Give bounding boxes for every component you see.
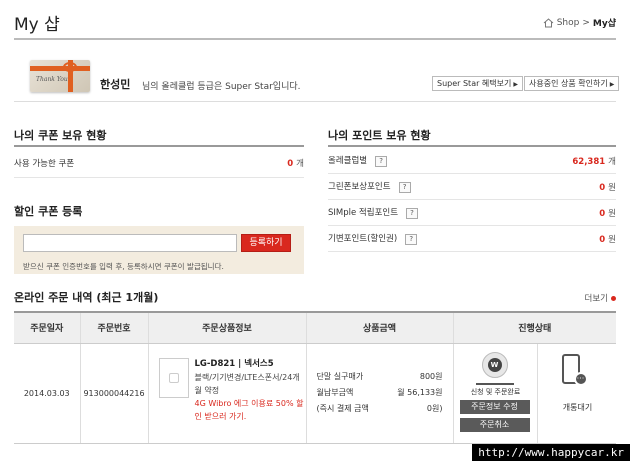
breadcrumb-home[interactable]: Shop	[557, 18, 580, 28]
point-unit: 개	[608, 156, 616, 167]
more-dots-icon: ···	[573, 371, 588, 386]
edit-order-button[interactable]: 주문정보 수정	[459, 399, 530, 414]
price-label: (즉시 결제 금액	[316, 404, 369, 413]
coupon-code-input[interactable]	[23, 234, 237, 252]
point-label: 그린폰보상포인트	[328, 182, 391, 192]
status-cell: W 신청 및 주문완료 주문정보 수정 주문취소	[452, 343, 537, 444]
price-label: 단말 실구매가	[316, 372, 364, 381]
header-order-number: 주문번호	[79, 311, 148, 344]
check-products-label: 사용중인 상품 확인하기	[529, 79, 608, 88]
page-title: My 샵	[14, 15, 60, 35]
coupon-status-title: 나의 쿠폰 보유 현황	[14, 129, 107, 142]
product-thumbnail[interactable]	[158, 357, 189, 398]
coupon-help-text: 받으신 쿠폰 인증번호를 입력 후, 등록하시면 쿠폰이 발급됩니다.	[23, 262, 224, 271]
point-row: 올레클럽별? 62,381 개	[328, 148, 616, 174]
card-text: Thank You	[36, 76, 68, 83]
help-icon[interactable]: ?	[375, 156, 388, 167]
activation-cell: ··· 개통대기	[536, 343, 616, 444]
more-dot-icon	[611, 295, 616, 301]
price-label: 월납부금액	[316, 388, 354, 397]
header-price: 상품금액	[305, 311, 453, 344]
available-coupons-unit: 개	[296, 158, 304, 169]
orders-table: 주문일자 주문번호 주문상품정보 상품금액 진행상태 2014.03.03 91…	[14, 311, 616, 444]
more-label: 더보기	[584, 294, 608, 304]
register-icon-base	[475, 377, 514, 385]
member-panel: Thank You 한성민 님의 올레클럽 등급은 Super Star입니다.…	[14, 52, 620, 102]
price-value: 0원)	[426, 404, 443, 413]
breadcrumb: Shop > My샵	[543, 16, 616, 29]
super-star-benefit-label: Super Star 혜택보기	[437, 79, 512, 88]
price-line: 단말 실구매가 800원	[317, 369, 443, 385]
help-icon[interactable]: ?	[406, 208, 419, 219]
waiting-text: 개통대기	[562, 402, 593, 412]
header-product-info: 주문상품정보	[147, 311, 306, 344]
check-products-button[interactable]: 사용중인 상품 확인하기 ▶	[524, 76, 620, 91]
watermark: http://www.happycar.kr	[472, 444, 630, 461]
point-label: 기변포인트(할인권)	[328, 234, 398, 244]
thank-you-card-image: Thank You	[30, 60, 90, 92]
won-coin-icon: W	[487, 357, 502, 372]
title-divider	[14, 38, 616, 40]
price-cell: 단말 실구매가 800원 월납부금액 월 56,133원 (즉시 결제 금액 0원)	[305, 343, 453, 444]
point-row: SIMple 적립포인트? 0원	[328, 200, 616, 226]
product-options: 블랙/기기변경/LTE스폰서/24개월 약정	[194, 372, 300, 395]
breadcrumb-current: My샵	[592, 19, 616, 29]
phone-waiting-icon: ···	[561, 353, 588, 386]
member-name: 한성민	[100, 78, 131, 91]
table-row: 2014.03.03 913000044216 LG-D821 | 넥서스5 블…	[14, 343, 616, 444]
status-text: 신청 및 주문완료	[470, 387, 521, 396]
coupon-section-rule	[14, 145, 304, 147]
point-status-title: 나의 포인트 보유 현황	[328, 129, 431, 142]
available-coupons-row: 사용 가능한 쿠폰 0개	[14, 148, 304, 178]
order-number[interactable]: 913000044216	[79, 343, 148, 444]
cancel-order-button[interactable]: 주문취소	[459, 417, 530, 432]
point-label: 올레클럽별	[328, 156, 368, 166]
available-coupons-value: 0	[287, 158, 294, 169]
point-unit: 원	[608, 234, 616, 245]
price-value: 800원	[419, 372, 443, 381]
point-unit: 원	[608, 208, 616, 219]
coupon-register-panel: 등록하기 받으신 쿠폰 인증번호를 입력 후, 등록하시면 쿠폰이 발급됩니다.	[14, 226, 304, 274]
point-section-rule	[328, 145, 616, 147]
point-value: 0	[599, 208, 606, 219]
point-value: 0	[599, 234, 606, 245]
help-icon[interactable]: ?	[398, 182, 411, 193]
point-unit: 원	[608, 182, 616, 193]
price-line: (즉시 결제 금액 0원)	[317, 401, 443, 417]
arrow-right-icon: ▶	[609, 81, 615, 88]
super-star-benefit-button[interactable]: Super Star 혜택보기 ▶	[432, 76, 523, 91]
available-coupons-label: 사용 가능한 쿠폰	[14, 158, 75, 169]
order-complete-icon: W	[481, 351, 508, 378]
point-row: 기변포인트(할인권)? 0원	[328, 226, 616, 252]
order-date: 2014.03.03	[14, 343, 80, 444]
promo-link[interactable]: 4G Wibro 에그 이용료 50% 할인 받으러 가기.	[195, 397, 305, 423]
price-line: 월납부금액 월 56,133원	[317, 385, 443, 401]
orders-more-link[interactable]: 더보기	[585, 292, 616, 304]
coupon-register-title: 할인 쿠폰 등록	[14, 205, 83, 218]
image-placeholder-icon	[168, 372, 179, 383]
product-info-cell: LG-D821 | 넥서스5 블랙/기기변경/LTE스폰서/24개월 약정 4G…	[147, 343, 306, 444]
product-name[interactable]: LG-D821 | 넥서스5	[195, 358, 305, 371]
point-label: SIMple 적립포인트	[328, 208, 399, 218]
help-icon[interactable]: ?	[405, 234, 418, 245]
orders-title: 온라인 주문 내역 (최근 1개월)	[14, 291, 159, 304]
member-grade-message: 님의 올레클럽 등급은 Super Star입니다.	[142, 82, 301, 92]
arrow-right-icon: ▶	[513, 81, 518, 88]
point-value: 0	[599, 182, 606, 193]
bow-icon	[63, 62, 77, 72]
header-status: 진행상태	[452, 311, 616, 344]
table-header-row: 주문일자 주문번호 주문상품정보 상품금액 진행상태	[14, 311, 616, 344]
price-value: 월 56,133원	[397, 388, 443, 397]
home-icon[interactable]	[543, 17, 554, 28]
point-value: 62,381	[572, 156, 606, 167]
register-coupon-button[interactable]: 등록하기	[241, 234, 291, 252]
header-order-date: 주문일자	[14, 311, 80, 344]
point-row: 그린폰보상포인트? 0원	[328, 174, 616, 200]
breadcrumb-separator: >	[582, 17, 590, 28]
